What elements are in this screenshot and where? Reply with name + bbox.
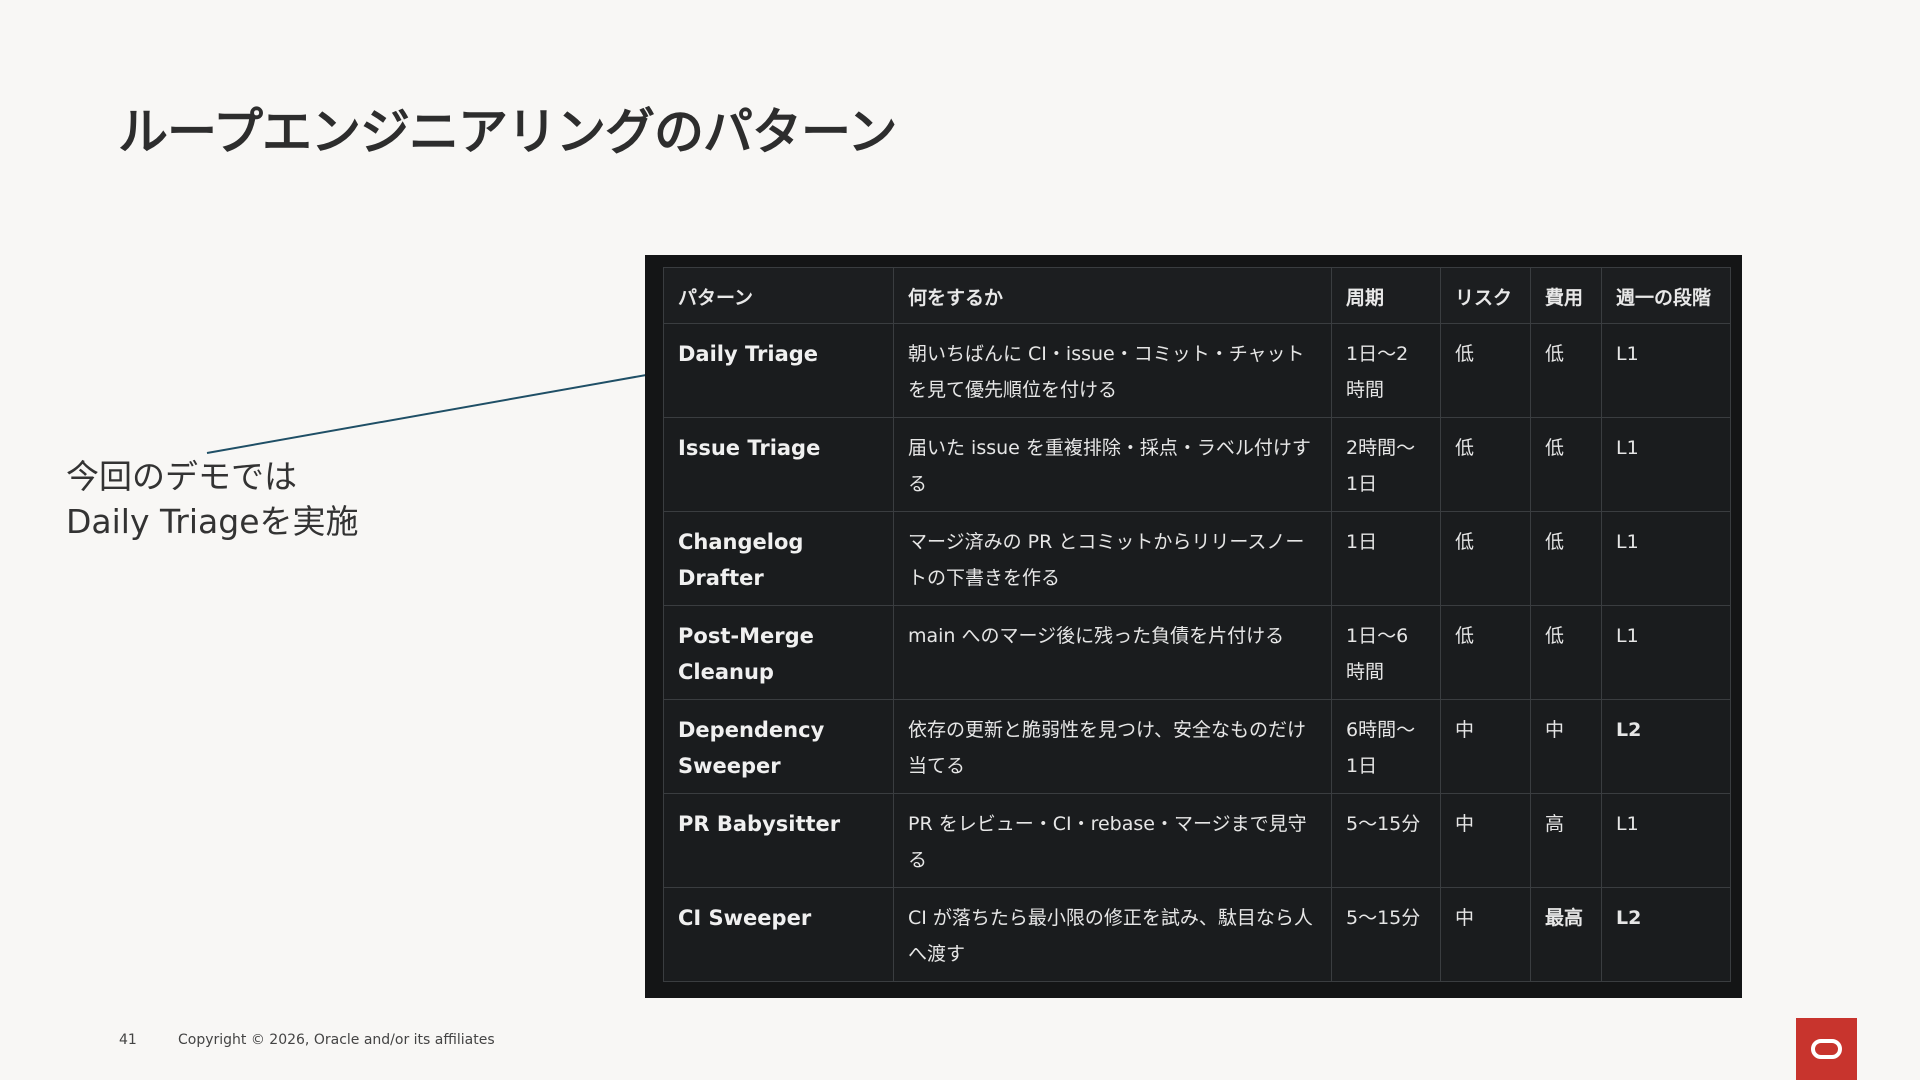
oracle-logo: [1796, 1018, 1857, 1080]
page-number: 41: [119, 1032, 137, 1048]
cell-cost: 低: [1530, 511, 1602, 606]
table-row: Changelog Drafter マージ済みの PR とコミットからリリースノ…: [663, 511, 1731, 606]
cell-cycle: 6時間〜1日: [1331, 699, 1441, 794]
cell-risk: 低: [1440, 323, 1531, 418]
demo-callout: 今回のデモでは Daily Triageを実施: [66, 454, 359, 544]
table-row: Daily Triage 朝いちばんに CI・issue・コミット・チャットを見…: [663, 323, 1731, 418]
callout-line-1: 今回のデモでは: [66, 457, 297, 496]
cell-cost: 最高: [1530, 887, 1602, 982]
cell-stage: L1: [1601, 323, 1731, 418]
cell-description: 朝いちばんに CI・issue・コミット・チャットを見て優先順位を付ける: [893, 323, 1332, 418]
cell-stage: L1: [1601, 511, 1731, 606]
cell-cycle: 5〜15分: [1331, 793, 1441, 888]
header-description: 何をするか: [893, 267, 1332, 324]
cell-cost: 低: [1530, 417, 1602, 512]
table-row: Issue Triage 届いた issue を重複排除・採点・ラベル付けする …: [663, 417, 1731, 512]
cell-cost: 低: [1530, 605, 1602, 700]
cell-pattern: Daily Triage: [663, 323, 894, 418]
cell-risk: 低: [1440, 511, 1531, 606]
cell-description: PR をレビュー・CI・rebase・マージまで見守る: [893, 793, 1332, 888]
cell-pattern: CI Sweeper: [663, 887, 894, 982]
cell-cycle: 5〜15分: [1331, 887, 1441, 982]
cell-pattern: Changelog Drafter: [663, 511, 894, 606]
cell-stage: L1: [1601, 605, 1731, 700]
cell-cycle: 1日: [1331, 511, 1441, 606]
cell-description: CI が落ちたら最小限の修正を試み、駄目なら人へ渡す: [893, 887, 1332, 982]
table-header-row: パターン 何をするか 周期 リスク 費用 週一の段階: [663, 267, 1731, 324]
cell-risk: 中: [1440, 887, 1531, 982]
cell-stage: L2: [1601, 699, 1731, 794]
slide-title: ループエンジニアリングのパターン: [118, 103, 897, 161]
header-risk: リスク: [1440, 267, 1531, 324]
cell-risk: 低: [1440, 605, 1531, 700]
cell-description: 依存の更新と脆弱性を見つけ、安全なものだけ当てる: [893, 699, 1332, 794]
cell-description: マージ済みの PR とコミットからリリースノートの下書きを作る: [893, 511, 1332, 606]
header-stage: 週一の段階: [1601, 267, 1731, 324]
cell-risk: 中: [1440, 699, 1531, 794]
cell-pattern: Dependency Sweeper: [663, 699, 894, 794]
header-cost: 費用: [1530, 267, 1602, 324]
cell-description: main へのマージ後に残った負債を片付ける: [893, 605, 1332, 700]
cell-pattern: Post-Merge Cleanup: [663, 605, 894, 700]
cell-cycle: 2時間〜1日: [1331, 417, 1441, 512]
table-row: Post-Merge Cleanup main へのマージ後に残った負債を片付け…: [663, 605, 1731, 700]
patterns-table-screenshot: パターン 何をするか 周期 リスク 費用 週一の段階 Daily Triage …: [645, 255, 1742, 998]
cell-stage: L1: [1601, 793, 1731, 888]
table-row: PR Babysitter PR をレビュー・CI・rebase・マージまで見守…: [663, 793, 1731, 888]
cell-cycle: 1日〜6時間: [1331, 605, 1441, 700]
cell-cost: 低: [1530, 323, 1602, 418]
oracle-ring-icon: [1811, 1039, 1842, 1059]
cell-cost: 中: [1530, 699, 1602, 794]
header-cycle: 周期: [1331, 267, 1441, 324]
cell-cost: 高: [1530, 793, 1602, 888]
cell-risk: 低: [1440, 417, 1531, 512]
cell-pattern: Issue Triage: [663, 417, 894, 512]
patterns-table: パターン 何をするか 周期 リスク 費用 週一の段階 Daily Triage …: [663, 267, 1731, 982]
table-row: CI Sweeper CI が落ちたら最小限の修正を試み、駄目なら人へ渡す 5〜…: [663, 887, 1731, 982]
header-pattern: パターン: [663, 267, 894, 324]
cell-stage: L1: [1601, 417, 1731, 512]
cell-risk: 中: [1440, 793, 1531, 888]
cell-cycle: 1日〜2時間: [1331, 323, 1441, 418]
callout-line-2: Daily Triageを実施: [66, 502, 359, 541]
copyright-text: Copyright © 2026, Oracle and/or its affi…: [178, 1032, 495, 1048]
table-row: Dependency Sweeper 依存の更新と脆弱性を見つけ、安全なものだけ…: [663, 699, 1731, 794]
cell-pattern: PR Babysitter: [663, 793, 894, 888]
cell-description: 届いた issue を重複排除・採点・ラベル付けする: [893, 417, 1332, 512]
cell-stage: L2: [1601, 887, 1731, 982]
